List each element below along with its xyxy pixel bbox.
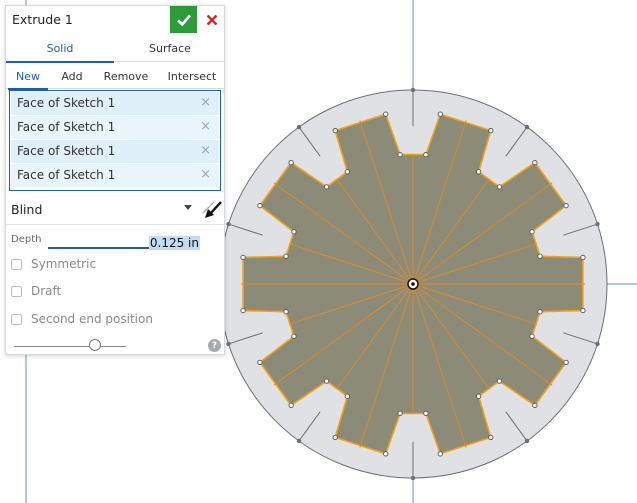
sketch-vertex-dot[interactable] bbox=[283, 309, 289, 315]
end-type-value: Blind bbox=[11, 202, 43, 217]
circle-vertex-dot[interactable] bbox=[296, 438, 302, 444]
sketch-vertex-dot[interactable] bbox=[323, 378, 330, 384]
dialog-title: Extrude 1 bbox=[12, 12, 73, 27]
divider bbox=[6, 224, 224, 225]
end-type-select[interactable]: Blind bbox=[6, 197, 224, 223]
sketch-vertex-dot[interactable] bbox=[475, 393, 482, 399]
circle-vertex-dot[interactable] bbox=[595, 221, 600, 227]
second-end-checkbox[interactable]: Second end position bbox=[11, 312, 171, 330]
origin-point-center bbox=[411, 282, 415, 286]
circle-vertex-dot[interactable] bbox=[595, 341, 600, 347]
list-item[interactable]: Face of Sketch 1 × bbox=[11, 164, 219, 187]
sketch-vertex-dot[interactable] bbox=[563, 359, 569, 366]
operation-tabs: New Add Remove Intersect bbox=[6, 63, 224, 90]
selection-label: Face of Sketch 1 bbox=[17, 120, 116, 134]
sketch-vertex-dot[interactable] bbox=[344, 393, 351, 399]
opacity-slider-handle[interactable] bbox=[88, 339, 101, 351]
selection-label: Face of Sketch 1 bbox=[17, 96, 116, 110]
sketch-vertex-dot[interactable] bbox=[475, 169, 482, 175]
circle-vertex-dot[interactable] bbox=[226, 221, 231, 227]
tab-solid[interactable]: Solid bbox=[6, 34, 114, 63]
operation-remove[interactable]: Remove bbox=[98, 63, 154, 89]
sketch-vertex-dot[interactable] bbox=[283, 253, 289, 259]
sketch-vertex-dot[interactable] bbox=[532, 159, 538, 166]
second-end-label: Second end position bbox=[31, 312, 153, 326]
sketch-vertex-dot[interactable] bbox=[537, 253, 543, 259]
depth-label: Depth bbox=[11, 234, 42, 245]
remove-selection-icon[interactable]: × bbox=[200, 143, 211, 158]
sketch-vertex-dot[interactable] bbox=[563, 202, 569, 209]
remove-selection-icon[interactable]: × bbox=[200, 119, 211, 134]
circle-vertex-dot[interactable] bbox=[410, 475, 416, 481]
sketch-vertex-dot[interactable] bbox=[383, 111, 389, 117]
list-item[interactable]: Face of Sketch 1 × bbox=[11, 116, 219, 139]
confirm-button[interactable] bbox=[170, 6, 197, 33]
sketch-vertex-dot[interactable] bbox=[537, 309, 543, 315]
circle-vertex-dot[interactable] bbox=[524, 124, 530, 130]
depth-input[interactable]: 0.125 in bbox=[48, 229, 200, 250]
operation-add[interactable]: Add bbox=[52, 63, 92, 89]
selection-label: Face of Sketch 1 bbox=[17, 144, 116, 158]
symmetric-label: Symmetric bbox=[31, 257, 97, 271]
symmetric-checkbox[interactable]: Symmetric bbox=[11, 257, 121, 275]
sketch-vertex-dot[interactable] bbox=[423, 151, 429, 158]
circle-vertex-dot[interactable] bbox=[410, 87, 416, 93]
sketch-vertex-dot[interactable] bbox=[323, 184, 330, 190]
sketch-vertex-dot[interactable] bbox=[496, 184, 503, 190]
sketch-vertex-dot[interactable] bbox=[397, 151, 403, 158]
sketch-vertex-dot[interactable] bbox=[437, 111, 443, 117]
sketch-vertex-dot[interactable] bbox=[291, 333, 297, 339]
dialog-title-bar: Extrude 1 bbox=[6, 6, 224, 33]
sketch-vertex-dot[interactable] bbox=[496, 378, 503, 384]
sketch-vertex-dot[interactable] bbox=[332, 434, 338, 441]
cancel-button[interactable] bbox=[199, 6, 225, 33]
selection-label: Face of Sketch 1 bbox=[17, 168, 116, 182]
sketch-vertex-dot[interactable] bbox=[288, 159, 294, 166]
sketch-vertex-dot[interactable] bbox=[240, 254, 246, 261]
sketch-vertex-dot[interactable] bbox=[383, 451, 389, 457]
sketch-vertex-dot[interactable] bbox=[437, 451, 443, 457]
checkbox-box bbox=[11, 286, 22, 297]
sketch-vertex-dot[interactable] bbox=[580, 307, 586, 314]
sketch-vertex-dot[interactable] bbox=[344, 169, 351, 175]
sketch-vertex-dot[interactable] bbox=[580, 254, 586, 261]
operation-intersect[interactable]: Intersect bbox=[162, 63, 222, 89]
sketch-vertex-dot[interactable] bbox=[423, 410, 429, 417]
list-item[interactable]: Face of Sketch 1 × bbox=[11, 92, 219, 115]
sketch-vertex-dot[interactable] bbox=[532, 402, 538, 409]
circle-vertex-dot[interactable] bbox=[226, 341, 231, 347]
sketch-vertex-dot[interactable] bbox=[288, 402, 294, 409]
sketch-vertex-dot[interactable] bbox=[257, 202, 263, 209]
remove-selection-icon[interactable]: × bbox=[200, 167, 211, 182]
checkbox-box bbox=[11, 259, 22, 270]
extrude-feature-dialog: Extrude 1 Solid Surface New Add Remove I… bbox=[5, 5, 225, 355]
sketch-vertex-dot[interactable] bbox=[529, 333, 535, 339]
faces-selection-list[interactable]: Face of Sketch 1 × Face of Sketch 1 × Fa… bbox=[9, 90, 221, 191]
draft-checkbox[interactable]: Draft bbox=[11, 284, 81, 302]
sketch-vertex-dot[interactable] bbox=[397, 410, 403, 417]
remove-selection-icon[interactable]: × bbox=[200, 95, 211, 110]
circle-vertex-dot[interactable] bbox=[296, 124, 302, 130]
sketch-vertex-dot[interactable] bbox=[529, 229, 535, 235]
opacity-slider-track[interactable] bbox=[14, 346, 126, 347]
check-icon bbox=[176, 14, 191, 26]
draft-label: Draft bbox=[31, 284, 62, 298]
body-type-tabs: Solid Surface bbox=[6, 34, 224, 63]
depth-value: 0.125 in bbox=[148, 236, 200, 250]
chevron-down-icon bbox=[184, 205, 192, 210]
sketch-vertex-dot[interactable] bbox=[257, 359, 263, 366]
circle-vertex-dot[interactable] bbox=[524, 438, 530, 444]
help-icon[interactable]: ? bbox=[208, 339, 221, 352]
list-item[interactable]: Face of Sketch 1 × bbox=[11, 140, 219, 163]
sketch-vertex-dot[interactable] bbox=[332, 127, 338, 134]
close-icon bbox=[206, 14, 218, 25]
sketch-vertex-dot[interactable] bbox=[488, 434, 494, 441]
sketch-vertex-dot[interactable] bbox=[488, 127, 494, 134]
tab-surface[interactable]: Surface bbox=[116, 34, 224, 62]
operation-new[interactable]: New bbox=[8, 63, 48, 90]
flip-direction-icon[interactable] bbox=[200, 197, 226, 221]
sketch-vertex-dot[interactable] bbox=[240, 307, 246, 314]
checkbox-box bbox=[11, 314, 22, 325]
sketch-vertex-dot[interactable] bbox=[291, 229, 297, 235]
